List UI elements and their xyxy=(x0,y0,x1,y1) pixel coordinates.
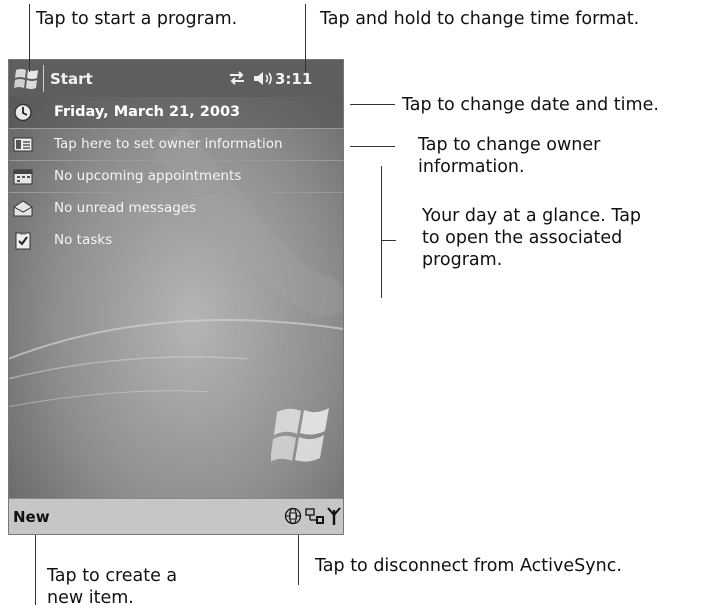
globe-network-icon[interactable] xyxy=(284,507,302,525)
today-date-row[interactable]: Friday, March 21, 2003 xyxy=(9,97,343,129)
callout-line-start xyxy=(29,4,30,72)
tasks-text: No tasks xyxy=(54,232,113,248)
activesync-connection-icon[interactable] xyxy=(305,507,325,526)
owner-info-row[interactable]: Tap here to set owner information xyxy=(9,129,343,161)
callout-line-new xyxy=(35,535,36,605)
envelope-icon xyxy=(13,200,33,217)
owner-info-text: Tap here to set owner information xyxy=(54,136,283,152)
start-menu-label[interactable]: Start xyxy=(50,70,93,88)
callout-line-glance xyxy=(381,166,382,298)
callout-day-glance: Your day at a glance. Tap to open the as… xyxy=(422,206,642,270)
callout-line-disconnect xyxy=(298,535,299,585)
callout-date-time: Tap to change date and time. xyxy=(402,95,659,115)
calendar-icon xyxy=(13,169,33,185)
antenna-signal-icon[interactable] xyxy=(327,506,341,526)
clock-time[interactable]: 3:11 xyxy=(275,70,312,88)
tasks-row[interactable]: No tasks xyxy=(9,225,343,257)
speaker-volume-icon[interactable] xyxy=(252,70,274,87)
windows-flag-icon[interactable] xyxy=(13,66,41,92)
new-button[interactable]: New xyxy=(13,508,50,526)
owner-card-icon xyxy=(13,137,33,152)
appointments-text: No upcoming appointments xyxy=(54,168,242,184)
callout-start-program: Tap to start a program. xyxy=(36,9,238,29)
today-date-text: Friday, March 21, 2003 xyxy=(54,104,241,120)
sync-arrows-icon[interactable] xyxy=(227,71,247,85)
title-bar: Start 3:11 xyxy=(9,60,343,97)
task-checklist-icon xyxy=(15,231,31,250)
messages-row[interactable]: No unread messages xyxy=(9,193,343,225)
callout-line-date xyxy=(350,104,395,105)
callout-disconnect: Tap to disconnect from ActiveSync. xyxy=(315,556,622,576)
callout-line-clock xyxy=(305,4,306,72)
menu-bar: New xyxy=(9,498,343,534)
pocketpc-today-screen: Start 3:11 Friday, March 21, 2003 Tap he… xyxy=(8,59,344,535)
clock-icon xyxy=(14,103,32,122)
callout-line-owner xyxy=(350,146,395,147)
callout-time-format: Tap and hold to change time format. xyxy=(320,9,640,29)
titlebar-separator xyxy=(43,65,44,92)
callout-create-item: Tap to create a new item. xyxy=(47,566,178,608)
appointments-row[interactable]: No upcoming appointments xyxy=(9,161,343,193)
windows-logo-watermark xyxy=(271,408,329,462)
callout-owner-info: Tap to change owner information. xyxy=(418,135,601,177)
callout-line-glance-tick xyxy=(381,240,396,241)
messages-text: No unread messages xyxy=(54,200,197,216)
